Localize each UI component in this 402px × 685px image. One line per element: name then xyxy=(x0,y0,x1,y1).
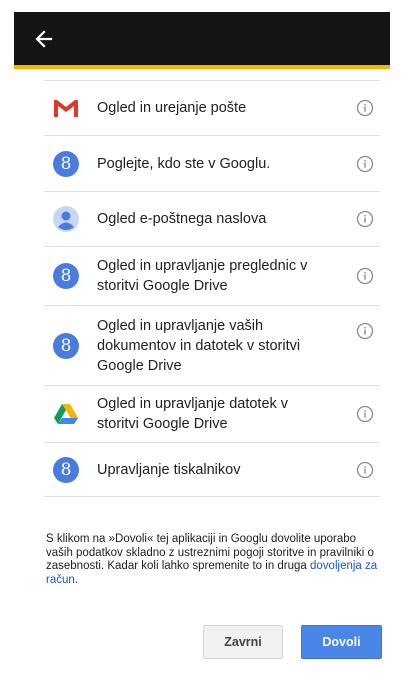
permission-label: Ogled e-poštnega naslova xyxy=(97,211,267,227)
permission-item-email: Ogled e-poštnega naslova xyxy=(44,192,380,247)
info-icon[interactable] xyxy=(356,267,374,285)
info-icon[interactable] xyxy=(356,210,374,228)
person-icon xyxy=(52,205,80,233)
info-icon[interactable] xyxy=(356,322,374,340)
permission-item-printers: 8 Upravljanje tiskalnikov xyxy=(44,443,380,497)
consent-text: S klikom na »Dovoli« tej aplikaciji in G… xyxy=(46,533,384,587)
permission-item-drive: Ogled in upravljanje datotek v storitvi … xyxy=(44,386,380,443)
permission-item-documents: 8 Ogled in upravljanje vaših dokumentov … xyxy=(44,306,380,386)
permission-label: Upravljanje tiskalnikov xyxy=(97,461,241,478)
permission-item-mail: Ogled in urejanje pošte xyxy=(44,80,380,136)
deny-button[interactable]: Zavrni xyxy=(203,625,283,659)
permission-label: Ogled in upravljanje datotek v storitvi … xyxy=(97,396,289,432)
google-plus-icon: 8 xyxy=(52,262,80,290)
info-icon[interactable] xyxy=(356,99,374,117)
google-plus-icon: 8 xyxy=(52,332,80,360)
google-drive-icon xyxy=(52,400,80,428)
consent-suffix: . xyxy=(74,573,78,586)
permission-item-profile: 8 Poglejte, kdo ste v Googlu. xyxy=(44,136,380,192)
allow-button[interactable]: Dovoli xyxy=(301,625,382,659)
google-plus-icon: 8 xyxy=(52,456,80,484)
gmail-icon xyxy=(52,94,80,122)
arrow-left-icon xyxy=(35,30,53,48)
app-bar xyxy=(14,12,390,69)
permission-label: Ogled in urejanje pošte xyxy=(97,100,247,116)
google-plus-icon: 8 xyxy=(52,150,80,178)
permission-label: Ogled in upravljanje vaših dokumentov in… xyxy=(97,317,301,374)
permission-item-spreadsheets: 8 Ogled in upravljanje preglednic v stor… xyxy=(44,247,380,306)
back-button[interactable] xyxy=(30,25,58,53)
permission-label: Ogled in upravljanje preglednic v storit… xyxy=(97,258,308,294)
permission-list: Ogled in urejanje pošte 8 Poglejte, kdo … xyxy=(44,80,380,497)
info-icon[interactable] xyxy=(356,405,374,423)
permission-label: Poglejte, kdo ste v Googlu. xyxy=(97,155,271,172)
info-icon[interactable] xyxy=(356,461,374,479)
info-icon[interactable] xyxy=(356,155,374,173)
